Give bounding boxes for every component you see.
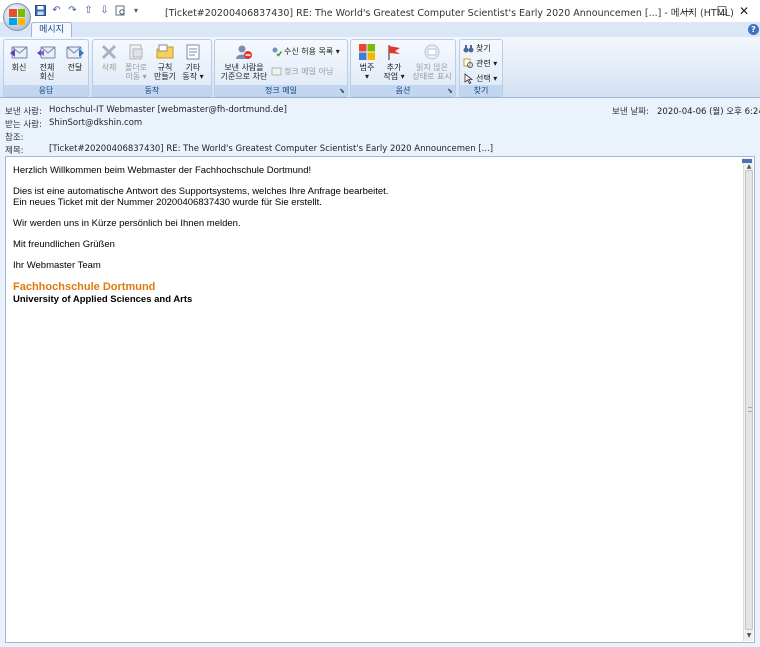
from-value[interactable]: Hochschul-IT Webmaster [webmaster@fh-dor… (49, 105, 287, 115)
group-label-junk: 정크 메일 (215, 85, 347, 96)
block-sender-icon (233, 42, 255, 62)
block-sender-button[interactable]: 보낸 사람을 기준으로 차단 (218, 42, 270, 86)
ribbon: 회신 전체 회신 전달 응답 삭제 폴더로 이동 ▾ 규칙 만들기 기타 동작 … (0, 37, 760, 98)
categorize-button[interactable]: 범주 ▾ (354, 42, 380, 86)
reply-all-button[interactable]: 전체 회신 (34, 42, 60, 86)
safe-senders-icon (271, 46, 282, 57)
previous-item-icon[interactable]: ⇧ (82, 3, 95, 17)
group-label-actions: 동작 (93, 85, 211, 96)
scroll-grip-icon (748, 407, 752, 412)
save-icon[interactable] (34, 3, 47, 17)
signature-subtitle: University of Applied Sciences and Arts (13, 294, 193, 305)
message-body[interactable]: Herzlich Willkommen beim Webmaster der F… (5, 156, 755, 643)
other-actions-icon (182, 42, 204, 62)
scroll-thumb[interactable] (745, 170, 753, 630)
greeting-line: Herzlich Willkommen beim Webmaster der F… (13, 165, 312, 176)
reply-button[interactable]: 회신 (6, 42, 32, 86)
help-icon[interactable]: ? (748, 24, 759, 35)
create-rule-button[interactable]: 규칙 만들기 (152, 42, 178, 86)
group-label-options: 옵션 (351, 85, 455, 96)
next-item-icon[interactable]: ⇩ (98, 3, 111, 17)
message-header: 보낸 사람: Hochschul-IT Webmaster [webmaster… (0, 98, 760, 156)
follow-up-button[interactable]: 추가 작업 ▾ (381, 42, 407, 86)
vertical-scrollbar[interactable]: ▲ ▼ (742, 158, 754, 641)
junk-dialog-launcher-icon[interactable]: ⬊ (339, 87, 345, 95)
body-line: Wir werden uns in Kürze persönlich bei I… (13, 218, 241, 229)
print-preview-icon[interactable] (114, 3, 127, 17)
to-value[interactable]: ShinSort@dkshin.com (49, 118, 142, 128)
window-title: [Ticket#20200406837430] RE: The World's … (165, 8, 734, 19)
flag-icon (383, 42, 405, 62)
minimize-button[interactable]: — (671, 0, 705, 22)
body-line: Dies ist eine automatische Antwort des S… (13, 186, 389, 197)
sent-date-label: 보낸 날짜: (612, 107, 649, 117)
cursor-icon (463, 72, 474, 84)
create-rule-icon (154, 42, 176, 62)
sent-date-value: 2020-04-06 (월) 오후 6:24 (657, 107, 760, 117)
forward-button[interactable]: 전달 (62, 42, 88, 86)
cc-label: 참조: (5, 133, 24, 143)
ribbon-group-respond: 회신 전체 회신 전달 응답 (3, 39, 89, 97)
ribbon-group-options: 범주 ▾ 추가 작업 ▾ 읽지 않은 상태로 표시 옵션 ⬊ (350, 39, 456, 97)
to-label: 받는 사람: (5, 120, 42, 130)
related-button[interactable]: 관련 ▾ (463, 57, 497, 69)
forward-icon (64, 42, 86, 62)
body-line: Ein neues Ticket mit der Nummer 20200406… (13, 197, 322, 208)
select-button[interactable]: 선택 ▾ (463, 72, 497, 84)
scroll-down-icon[interactable]: ▼ (744, 631, 754, 641)
close-button[interactable]: ✕ (727, 0, 760, 22)
title-bar: ↶ ↷ ⇧ ⇩ ▾ [Ticket#20200406837430] RE: Th… (0, 0, 760, 31)
quick-access-toolbar: ↶ ↷ ⇧ ⇩ ▾ (34, 3, 138, 17)
options-dialog-launcher-icon[interactable]: ⬊ (447, 87, 453, 95)
binoculars-icon (463, 43, 474, 54)
undo-icon[interactable]: ↶ (50, 3, 63, 17)
not-junk-icon (271, 66, 282, 77)
not-junk-button[interactable]: 정크 메일 아님 (271, 65, 333, 77)
reply-icon (8, 42, 30, 62)
mark-unread-button[interactable]: 읽지 않은 상태로 표시 (411, 42, 453, 86)
office-logo-icon (9, 9, 25, 25)
move-to-folder-icon (125, 42, 147, 62)
mark-unread-icon (421, 42, 443, 62)
related-icon (463, 58, 474, 69)
ribbon-tab-row: 메시지 ? (0, 22, 760, 37)
other-actions-button[interactable]: 기타 동작 ▾ (180, 42, 206, 86)
ribbon-group-junk: 보낸 사람을 기준으로 차단 수신 허용 목록 ▾ 정크 메일 아님 정크 메일… (214, 39, 348, 97)
closing-line: Mit freundlichen Grüßen (13, 239, 115, 250)
team-line: Ihr Webmaster Team (13, 260, 101, 271)
safe-senders-button[interactable]: 수신 허용 목록 ▾ (271, 45, 340, 57)
tab-message[interactable]: 메시지 (31, 22, 72, 37)
move-to-folder-button[interactable]: 폴더로 이동 ▾ (123, 42, 149, 86)
from-label: 보낸 사람: (5, 107, 42, 117)
group-label-find: 찾기 (460, 85, 502, 96)
group-label-respond: 응답 (4, 85, 88, 96)
signature-org: Fachhochschule Dortmund (13, 281, 156, 293)
message-content: Herzlich Willkommen beim Webmaster der F… (13, 165, 388, 305)
ribbon-group-find: 찾기 관련 ▾ 선택 ▾ 찾기 (459, 39, 503, 97)
redo-icon[interactable]: ↷ (66, 3, 79, 17)
subject-value: [Ticket#20200406837430] RE: The World's … (49, 144, 494, 154)
delete-icon (98, 42, 120, 62)
categorize-icon (356, 42, 378, 62)
reply-all-icon (36, 42, 58, 62)
find-button[interactable]: 찾기 (463, 42, 491, 54)
ribbon-group-actions: 삭제 폴더로 이동 ▾ 규칙 만들기 기타 동작 ▾ 동작 (92, 39, 212, 97)
delete-button[interactable]: 삭제 (96, 42, 122, 86)
office-button[interactable] (3, 3, 31, 31)
subject-label: 제목: (5, 146, 24, 156)
customize-qat-icon[interactable]: ▾ (134, 6, 138, 15)
